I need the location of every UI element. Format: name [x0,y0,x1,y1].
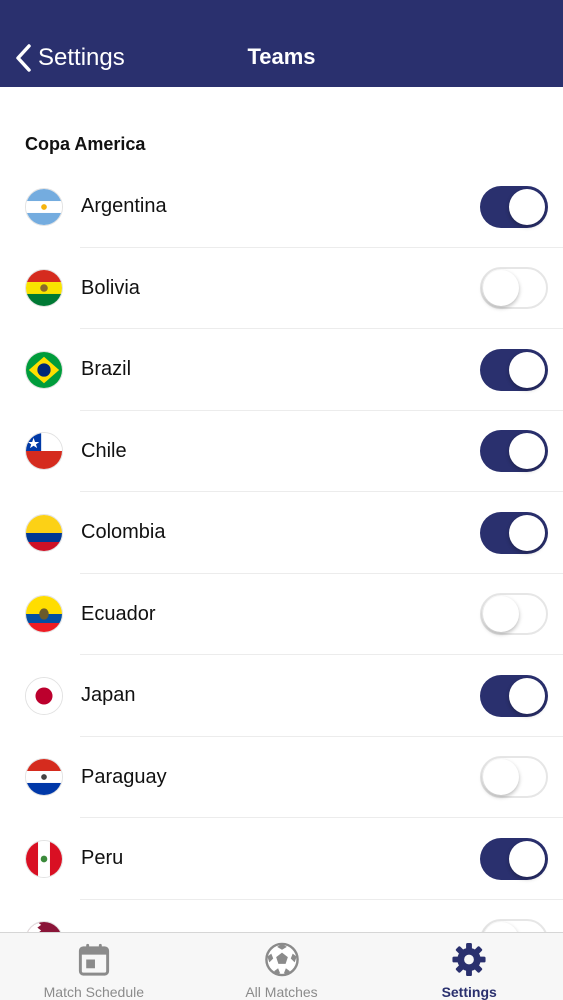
toggle-knob [509,188,545,225]
team-row-peru: Peru [0,818,563,900]
team-row-argentina: Argentina [0,166,563,248]
toggle-knob [483,759,519,796]
ecuador-flag-icon [25,595,63,634]
tab-match-schedule[interactable]: Match Schedule [0,933,188,1000]
team-name: Ecuador [81,602,156,625]
team-row-paraguay: Paraguay [0,737,563,819]
team-name: Argentina [81,195,167,218]
team-toggle-paraguay[interactable] [480,756,548,799]
team-row-japan: Japan [0,655,563,737]
calendar-icon [78,943,109,976]
toggle-knob [483,596,519,633]
gear-icon [452,942,486,977]
team-name: Peru [81,847,124,870]
team-toggle-colombia[interactable] [480,511,548,554]
teams-list: Argentina Bolivia Brazil Chile Colombia [0,166,563,981]
tab-settings[interactable]: Settings [375,933,563,1000]
colombia-flag-icon [25,513,63,552]
brazil-flag-icon [25,350,63,389]
tab-label: Match Schedule [43,984,145,1000]
toggle-knob [509,514,545,551]
team-toggle-bolivia[interactable] [480,267,548,310]
toggle-knob [483,270,519,307]
argentina-flag-icon [25,187,63,226]
tab-label: Settings [441,984,497,1000]
paraguay-flag-icon [25,758,63,797]
tab-label: All Matches [245,984,318,1000]
team-name: Chile [81,439,127,462]
team-name: Paraguay [81,765,167,788]
toggle-knob [509,433,545,470]
toggle-knob [509,677,545,714]
japan-flag-icon [25,676,63,715]
team-toggle-brazil[interactable] [480,348,548,391]
team-toggle-peru[interactable] [480,837,548,880]
team-name: Japan [81,684,136,707]
team-toggle-chile[interactable] [480,430,548,473]
team-name: Brazil [81,358,132,381]
toggle-knob [509,840,545,877]
page-title: Teams [247,44,316,69]
team-toggle-argentina[interactable] [480,185,548,228]
tab-bar: Match Schedule All Matches Settings [0,932,563,1000]
team-row-chile: Chile [0,411,563,493]
team-row-colombia: Colombia [0,492,563,574]
team-row-brazil: Brazil [0,329,563,411]
chile-flag-icon [25,432,63,471]
team-row-ecuador: Ecuador [0,574,563,656]
soccer-ball-icon [264,942,299,977]
team-row-bolivia: Bolivia [0,248,563,330]
tab-all-matches[interactable]: All Matches [188,933,376,1000]
team-toggle-japan[interactable] [480,674,548,717]
peru-flag-icon [25,839,63,878]
section-header: Copa America [25,134,146,154]
team-name: Colombia [81,521,166,544]
bolivia-flag-icon [25,269,63,308]
team-name: Bolivia [81,276,140,299]
team-toggle-ecuador[interactable] [480,593,548,636]
toggle-knob [509,351,545,388]
nav-bar: Settings Teams [0,0,563,87]
